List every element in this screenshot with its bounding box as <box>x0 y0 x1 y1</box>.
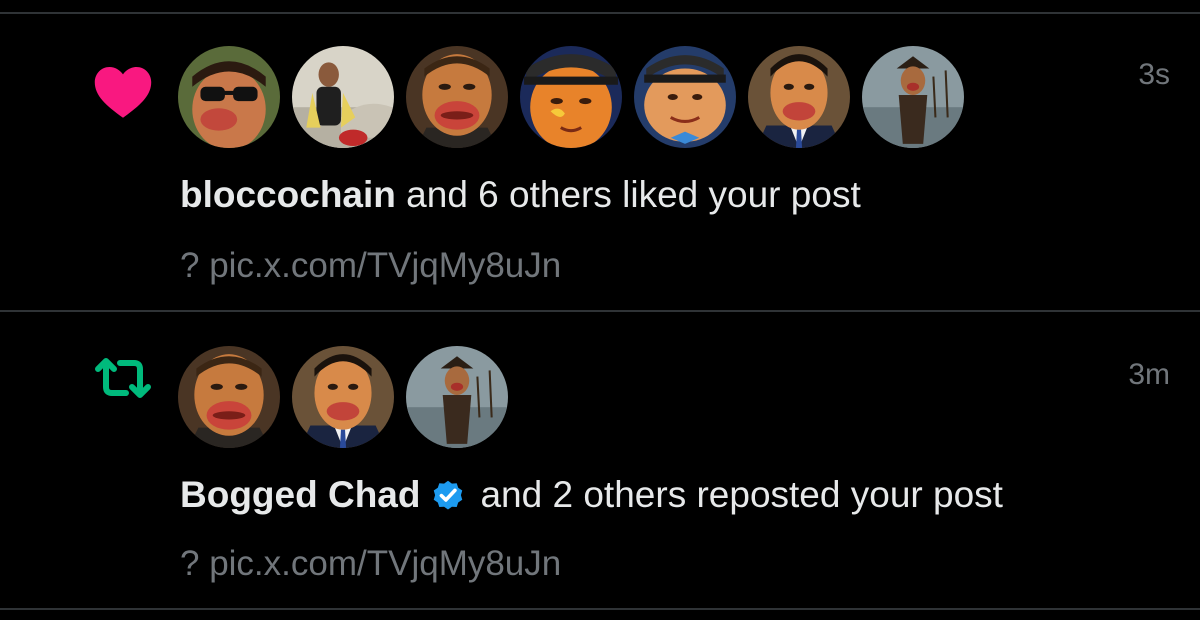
timestamp: 3s <box>1138 58 1170 91</box>
actor-name[interactable]: Bogged Chad <box>180 474 420 516</box>
verified-badge-icon <box>430 477 466 513</box>
avatar-cap-bowtie[interactable] <box>634 46 736 148</box>
avatar-suit[interactable] <box>748 46 850 148</box>
post-preview[interactable]: ? pic.x.com/TVjqMy8uJn <box>180 246 561 286</box>
notification-repost[interactable]: 3m Bogged Chad and 2 others reposted you… <box>0 312 1200 608</box>
actor-name[interactable]: bloccochain <box>180 174 396 216</box>
heart-icon <box>88 62 158 122</box>
notification-text: bloccochain and 6 others liked your post <box>180 174 861 216</box>
action-text: and 6 others liked your post <box>395 174 861 215</box>
avatar-group <box>178 346 520 448</box>
timestamp: 3m <box>1128 358 1170 391</box>
avatar-pirate[interactable] <box>406 346 508 448</box>
avatar-sunglasses[interactable] <box>178 46 280 148</box>
avatar-group <box>178 46 976 148</box>
notification-text: Bogged Chad and 2 others reposted your p… <box>180 474 1003 516</box>
bottom-divider <box>0 608 1200 610</box>
post-preview[interactable]: ? pic.x.com/TVjqMy8uJn <box>180 544 561 584</box>
repost-icon <box>88 348 158 408</box>
action-text: and 2 others reposted your post <box>480 474 1003 515</box>
avatar-bogged[interactable] <box>406 46 508 148</box>
notification-like[interactable]: 3s bloccochain and 6 others liked your p… <box>0 14 1200 310</box>
avatar-bogged[interactable] <box>178 346 280 448</box>
avatar-cap-flame[interactable] <box>520 46 622 148</box>
avatar-suit[interactable] <box>292 346 394 448</box>
avatar-pirate[interactable] <box>862 46 964 148</box>
avatar-car[interactable] <box>292 46 394 148</box>
